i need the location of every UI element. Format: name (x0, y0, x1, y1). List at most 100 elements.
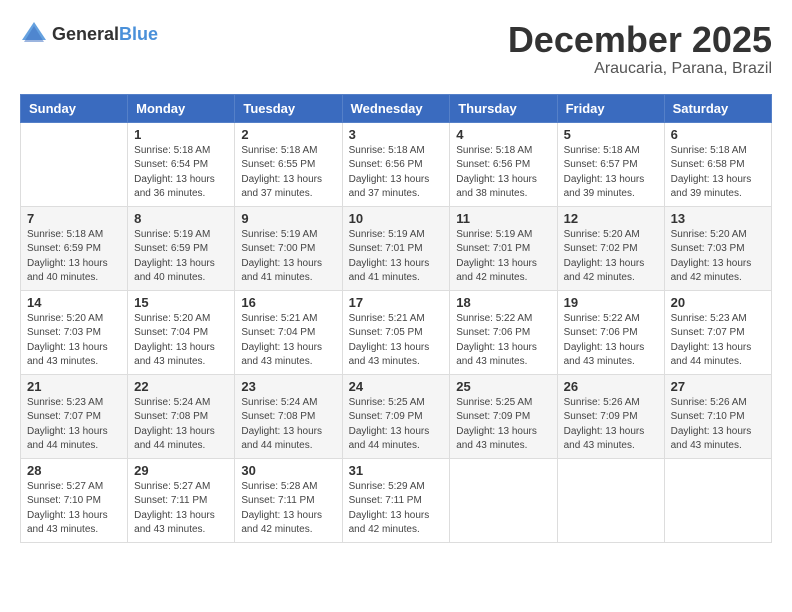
header-saturday: Saturday (664, 94, 771, 122)
calendar-cell: 25 Sunrise: 5:25 AM Sunset: 7:09 PM Dayli… (450, 374, 557, 458)
calendar-cell: 18Sunrise: 5:22 AM Sunset: 7:06 PM Dayli… (450, 290, 557, 374)
page-header: GeneralBlue December 2025 Araucaria, Par… (20, 20, 772, 78)
location-title: Araucaria, Parana, Brazil (508, 60, 772, 78)
day-number: 2 (241, 127, 335, 142)
calendar-cell: 23Sunrise: 5:24 AM Sunset: 7:08 PM Dayli… (235, 374, 342, 458)
day-number: 19 (564, 295, 658, 310)
day-info: Sunrise: 5:20 AM Sunset: 7:03 PM Dayligh… (671, 228, 765, 286)
day-number: 21 (27, 379, 121, 394)
calendar-cell: 27 Sunrise: 5:26 AM Sunset: 7:10 PM Dayli… (664, 374, 771, 458)
calendar-week-row: 7 Sunrise: 5:18 AM Sunset: 6:59 PM Daylig… (21, 206, 772, 290)
header-tuesday: Tuesday (235, 94, 342, 122)
day-number: 1 (134, 127, 228, 142)
day-info: Sunrise: 5:24 AM Sunset: 7:08 PM Dayligh… (134, 396, 228, 454)
day-number: 6 (671, 127, 765, 142)
day-number: 4 (456, 127, 550, 142)
calendar-cell: 16Sunrise: 5:21 AM Sunset: 7:04 PM Dayli… (235, 290, 342, 374)
day-info: Sunrise: 5:18 AM Sunset: 6:56 PM Dayligh… (456, 144, 550, 202)
header-thursday: Thursday (450, 94, 557, 122)
day-info: Sunrise: 5:21 AM Sunset: 7:05 PM Dayligh… (349, 312, 444, 370)
calendar-week-row: 21Sunrise: 5:23 AM Sunset: 7:07 PM Dayli… (21, 374, 772, 458)
calendar-cell: 1 Sunrise: 5:18 AM Sunset: 6:54 PM Daylig… (128, 122, 235, 206)
day-number: 25 (456, 379, 550, 394)
calendar-cell: 10Sunrise: 5:19 AM Sunset: 7:01 PM Dayli… (342, 206, 450, 290)
day-number: 12 (564, 211, 658, 226)
logo-icon (20, 20, 48, 48)
calendar-cell: 4 Sunrise: 5:18 AM Sunset: 6:56 PM Daylig… (450, 122, 557, 206)
calendar-cell: 9 Sunrise: 5:19 AM Sunset: 7:00 PM Daylig… (235, 206, 342, 290)
day-info: Sunrise: 5:26 AM Sunset: 7:09 PM Dayligh… (564, 396, 658, 454)
calendar-cell (450, 458, 557, 542)
day-info: Sunrise: 5:20 AM Sunset: 7:03 PM Dayligh… (27, 312, 121, 370)
day-info: Sunrise: 5:25 AM Sunset: 7:09 PM Dayligh… (349, 396, 444, 454)
calendar-cell: 8 Sunrise: 5:19 AM Sunset: 6:59 PM Daylig… (128, 206, 235, 290)
day-info: Sunrise: 5:23 AM Sunset: 7:07 PM Dayligh… (671, 312, 765, 370)
calendar-cell: 20 Sunrise: 5:23 AM Sunset: 7:07 PM Dayli… (664, 290, 771, 374)
day-number: 5 (564, 127, 658, 142)
day-info: Sunrise: 5:19 AM Sunset: 7:00 PM Dayligh… (241, 228, 335, 286)
day-info: Sunrise: 5:25 AM Sunset: 7:09 PM Dayligh… (456, 396, 550, 454)
day-number: 8 (134, 211, 228, 226)
day-number: 7 (27, 211, 121, 226)
logo-general-text: General (52, 24, 119, 44)
calendar-cell: 22 Sunrise: 5:24 AM Sunset: 7:08 PM Dayli… (128, 374, 235, 458)
day-number: 22 (134, 379, 228, 394)
day-info: Sunrise: 5:18 AM Sunset: 6:56 PM Dayligh… (349, 144, 444, 202)
day-number: 27 (671, 379, 765, 394)
calendar-cell: 3 Sunrise: 5:18 AM Sunset: 6:56 PM Daylig… (342, 122, 450, 206)
calendar-cell: 31 Sunrise: 5:29 AM Sunset: 7:11 PM Dayli… (342, 458, 450, 542)
calendar-cell: 21Sunrise: 5:23 AM Sunset: 7:07 PM Dayli… (21, 374, 128, 458)
day-number: 15 (134, 295, 228, 310)
day-info: Sunrise: 5:21 AM Sunset: 7:04 PM Dayligh… (241, 312, 335, 370)
header-sunday: Sunday (21, 94, 128, 122)
calendar-week-row: 14 Sunrise: 5:20 AM Sunset: 7:03 PM Dayli… (21, 290, 772, 374)
day-info: Sunrise: 5:20 AM Sunset: 7:02 PM Dayligh… (564, 228, 658, 286)
calendar-cell: 17Sunrise: 5:21 AM Sunset: 7:05 PM Dayli… (342, 290, 450, 374)
calendar-cell: 13 Sunrise: 5:20 AM Sunset: 7:03 PM Dayli… (664, 206, 771, 290)
calendar-cell: 24Sunrise: 5:25 AM Sunset: 7:09 PM Dayli… (342, 374, 450, 458)
header-friday: Friday (557, 94, 664, 122)
day-info: Sunrise: 5:28 AM Sunset: 7:11 PM Dayligh… (241, 480, 335, 538)
day-info: Sunrise: 5:24 AM Sunset: 7:08 PM Dayligh… (241, 396, 335, 454)
calendar-cell: 11Sunrise: 5:19 AM Sunset: 7:01 PM Dayli… (450, 206, 557, 290)
day-number: 29 (134, 463, 228, 478)
month-title: December 2025 (508, 20, 772, 60)
day-info: Sunrise: 5:26 AM Sunset: 7:10 PM Dayligh… (671, 396, 765, 454)
day-info: Sunrise: 5:20 AM Sunset: 7:04 PM Dayligh… (134, 312, 228, 370)
day-info: Sunrise: 5:19 AM Sunset: 7:01 PM Dayligh… (456, 228, 550, 286)
logo-blue-text: Blue (119, 24, 158, 44)
header-monday: Monday (128, 94, 235, 122)
calendar-week-row: 1 Sunrise: 5:18 AM Sunset: 6:54 PM Daylig… (21, 122, 772, 206)
day-info: Sunrise: 5:19 AM Sunset: 6:59 PM Dayligh… (134, 228, 228, 286)
calendar-cell: 5 Sunrise: 5:18 AM Sunset: 6:57 PM Daylig… (557, 122, 664, 206)
calendar-cell: 26 Sunrise: 5:26 AM Sunset: 7:09 PM Dayli… (557, 374, 664, 458)
calendar-cell: 28Sunrise: 5:27 AM Sunset: 7:10 PM Dayli… (21, 458, 128, 542)
day-number: 30 (241, 463, 335, 478)
calendar-header-row: SundayMondayTuesdayWednesdayThursdayFrid… (21, 94, 772, 122)
calendar-cell: 15 Sunrise: 5:20 AM Sunset: 7:04 PM Dayli… (128, 290, 235, 374)
day-number: 26 (564, 379, 658, 394)
calendar-cell: 12 Sunrise: 5:20 AM Sunset: 7:02 PM Dayli… (557, 206, 664, 290)
day-number: 3 (349, 127, 444, 142)
day-number: 14 (27, 295, 121, 310)
logo: GeneralBlue (20, 20, 158, 48)
calendar-cell (21, 122, 128, 206)
calendar-cell: 14 Sunrise: 5:20 AM Sunset: 7:03 PM Dayli… (21, 290, 128, 374)
day-info: Sunrise: 5:18 AM Sunset: 6:54 PM Dayligh… (134, 144, 228, 202)
calendar-cell: 7 Sunrise: 5:18 AM Sunset: 6:59 PM Daylig… (21, 206, 128, 290)
day-info: Sunrise: 5:18 AM Sunset: 6:55 PM Dayligh… (241, 144, 335, 202)
day-number: 18 (456, 295, 550, 310)
day-info: Sunrise: 5:18 AM Sunset: 6:58 PM Dayligh… (671, 144, 765, 202)
day-number: 31 (349, 463, 444, 478)
day-info: Sunrise: 5:18 AM Sunset: 6:57 PM Dayligh… (564, 144, 658, 202)
day-info: Sunrise: 5:22 AM Sunset: 7:06 PM Dayligh… (564, 312, 658, 370)
day-number: 13 (671, 211, 765, 226)
day-number: 20 (671, 295, 765, 310)
day-info: Sunrise: 5:27 AM Sunset: 7:11 PM Dayligh… (134, 480, 228, 538)
day-info: Sunrise: 5:29 AM Sunset: 7:11 PM Dayligh… (349, 480, 444, 538)
calendar-cell: 2 Sunrise: 5:18 AM Sunset: 6:55 PM Daylig… (235, 122, 342, 206)
calendar-week-row: 28Sunrise: 5:27 AM Sunset: 7:10 PM Dayli… (21, 458, 772, 542)
day-info: Sunrise: 5:18 AM Sunset: 6:59 PM Dayligh… (27, 228, 121, 286)
day-number: 9 (241, 211, 335, 226)
calendar-cell: 30 Sunrise: 5:28 AM Sunset: 7:11 PM Dayli… (235, 458, 342, 542)
